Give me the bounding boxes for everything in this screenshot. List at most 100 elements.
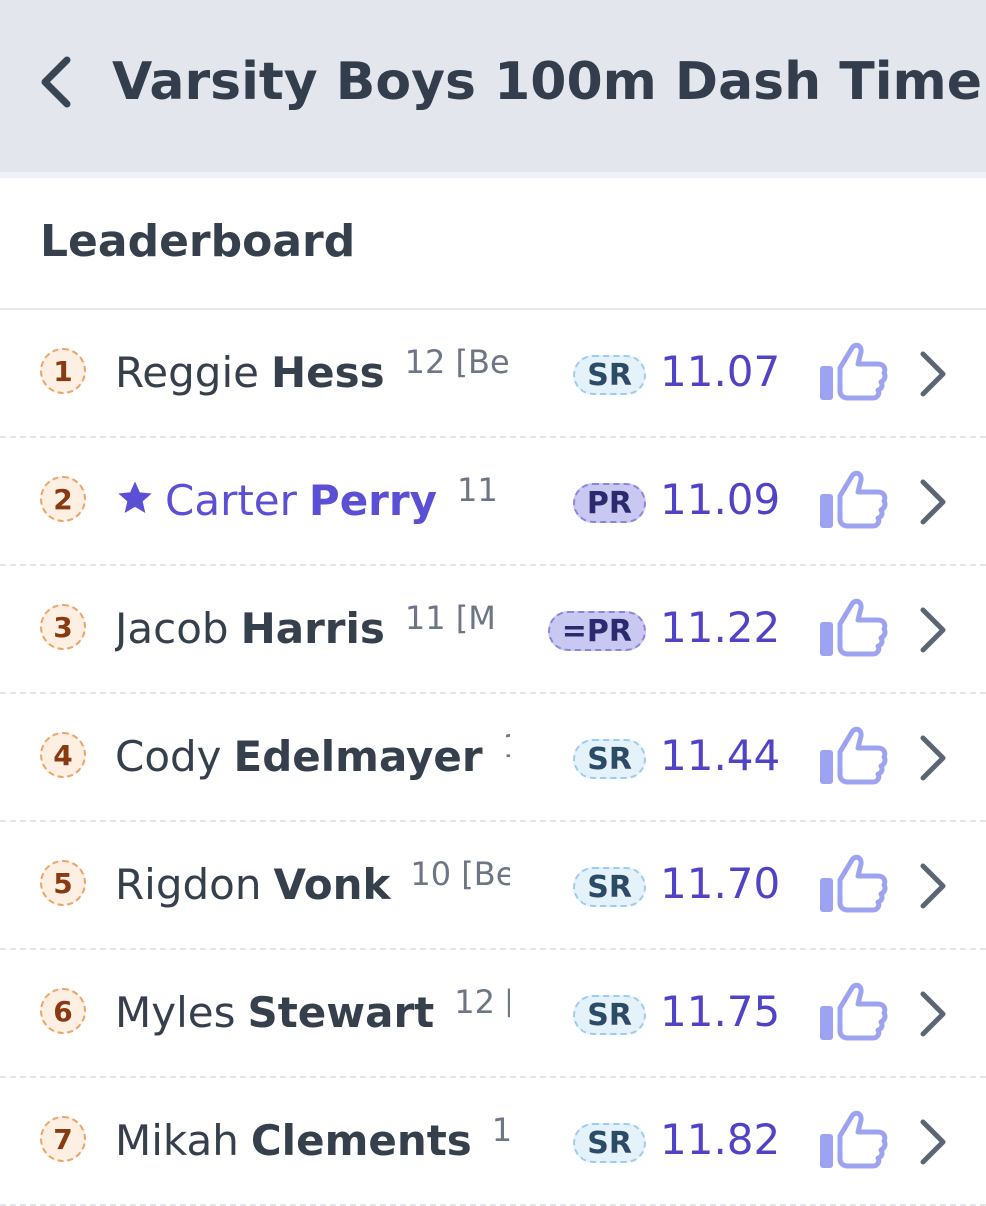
chevron-right-icon [920, 991, 946, 1037]
athlete-first-name: Mikah [115, 1115, 239, 1165]
athlete-name: Rigdon Vonk 10 [Be [115, 852, 510, 916]
row-chevron[interactable] [915, 858, 951, 914]
result-time: 11.75 [660, 987, 781, 1036]
thumbs-up-icon [820, 470, 888, 529]
result-time: 11.07 [660, 347, 781, 396]
athlete-first-name: Jacob [115, 603, 229, 653]
result-time: 11.22 [660, 603, 781, 652]
thumbs-up-icon [820, 726, 888, 785]
record-badge: SR [573, 1123, 646, 1163]
leaderboard-row[interactable]: 5 Rigdon Vonk 10 [Be SR 11.70 [0, 822, 986, 950]
place-badge: 4 [40, 732, 86, 778]
athlete-grade-team: 11 [M [405, 599, 496, 637]
leaderboard-row[interactable]: 3 Jacob Harris 11 [M =PR 11.22 [0, 566, 986, 694]
like-button[interactable] [818, 1108, 888, 1172]
athlete-last-name: Vonk [273, 859, 391, 909]
like-button[interactable] [818, 852, 888, 916]
athlete-first-name: Cody [115, 731, 222, 781]
like-button[interactable] [818, 596, 888, 660]
athlete-name: Reggie Hess 12 [Be [115, 340, 510, 404]
section-title: Leaderboard [40, 216, 356, 267]
athlete-grade: 12 [503, 727, 510, 765]
top-bar: Varsity Boys 100m Dash Time [0, 0, 986, 178]
athlete-grade: 12 [454, 983, 495, 1021]
chevron-right-icon [920, 479, 946, 525]
like-button[interactable] [818, 340, 888, 404]
section-header: Leaderboard [0, 178, 986, 310]
athlete-team: [ [508, 471, 510, 509]
thumbs-up-icon [820, 854, 888, 913]
athlete-last-name: Clements [250, 1115, 472, 1165]
leaderboard-row[interactable]: 6 Myles Stewart 12 [ SR 11.75 [0, 950, 986, 1078]
athlete-team: [Be [455, 343, 510, 381]
athlete-grade-team: 12 [ [454, 983, 510, 1021]
athlete-grade: 10 [410, 855, 452, 893]
athlete-grade: 11 [456, 471, 498, 509]
athlete-first-name: Rigdon [115, 859, 262, 909]
chevron-right-icon [920, 351, 946, 397]
athlete-team: [ [505, 983, 510, 1021]
chevron-right-icon [920, 735, 946, 781]
record-badge: SR [573, 995, 646, 1035]
athlete-first-name: Reggie [115, 347, 259, 397]
athlete-name: Myles Stewart 12 [ [115, 980, 510, 1044]
thumbs-up-icon [820, 598, 888, 657]
like-button[interactable] [818, 468, 888, 532]
place-badge: 5 [40, 860, 86, 906]
result-time: 11.82 [660, 1115, 781, 1164]
star-icon [115, 478, 155, 522]
row-chevron[interactable] [915, 602, 951, 658]
chevron-right-icon [920, 607, 946, 653]
back-button[interactable] [26, 44, 86, 120]
leaderboard-list: 1 Reggie Hess 12 [Be SR 11.07 2 Carter P… [0, 310, 986, 1206]
athlete-first-name: Myles [115, 987, 236, 1037]
athlete-name: Cody Edelmayer 12 [115, 724, 510, 788]
athlete-grade-team: 10 [Be [410, 855, 510, 893]
chevron-left-icon [41, 56, 71, 108]
athlete-grade-team: 12 [492, 1111, 510, 1149]
athlete-grade-team: 11 [ [457, 471, 510, 509]
place-badge: 6 [40, 988, 86, 1034]
place-badge: 3 [40, 604, 86, 650]
leaderboard-row[interactable]: 1 Reggie Hess 12 [Be SR 11.07 [0, 310, 986, 438]
record-badge: PR [572, 483, 646, 523]
record-badge: SR [573, 867, 646, 907]
leaderboard-row[interactable]: 2 Carter Perry 11 [ PR 11.09 [0, 438, 986, 566]
thumbs-up-icon [820, 342, 888, 401]
athlete-name: Jacob Harris 11 [M [115, 596, 510, 660]
page-title: Varsity Boys 100m Dash Time [112, 52, 982, 112]
result-time: 11.44 [660, 731, 781, 780]
thumbs-up-icon [820, 1110, 888, 1169]
athlete-grade: 12 [491, 1111, 510, 1149]
like-button[interactable] [818, 980, 888, 1044]
athlete-grade: 12 [404, 343, 446, 381]
row-chevron[interactable] [915, 1114, 951, 1170]
athlete-grade-team: 12 [503, 727, 510, 765]
row-chevron[interactable] [915, 730, 951, 786]
athlete-team: [Be [461, 855, 510, 893]
leaderboard-row[interactable]: 4 Cody Edelmayer 12 SR 11.44 [0, 694, 986, 822]
record-badge: =PR [547, 611, 646, 651]
athlete-first-name: Carter [165, 475, 297, 525]
athlete-grade-team: 12 [Be [405, 343, 510, 381]
place-badge: 7 [40, 1116, 86, 1162]
like-button[interactable] [818, 724, 888, 788]
athlete-last-name: Edelmayer [233, 731, 483, 781]
place-badge: 1 [40, 348, 86, 394]
thumbs-up-icon [820, 982, 888, 1041]
athlete-name: Mikah Clements 12 [115, 1108, 510, 1172]
row-chevron[interactable] [915, 346, 951, 402]
result-time: 11.09 [660, 475, 781, 524]
athlete-last-name: Stewart [247, 987, 435, 1037]
leaderboard-row[interactable]: 7 Mikah Clements 12 SR 11.82 [0, 1078, 986, 1206]
chevron-right-icon [920, 1119, 946, 1165]
result-time: 11.70 [660, 859, 781, 908]
record-badge: SR [573, 739, 646, 779]
chevron-right-icon [920, 863, 946, 909]
athlete-last-name: Hess [270, 347, 385, 397]
row-chevron[interactable] [915, 986, 951, 1042]
athlete-team: [M [455, 599, 496, 637]
record-badge: SR [573, 355, 646, 395]
row-chevron[interactable] [915, 474, 951, 530]
athlete-grade: 11 [404, 599, 446, 637]
